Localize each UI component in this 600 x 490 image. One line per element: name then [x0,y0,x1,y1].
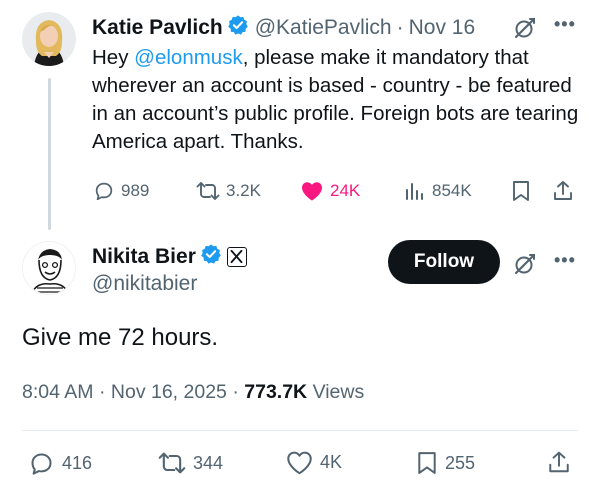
bookmark-button[interactable]: 255 [416,450,475,476]
tweet-full-date[interactable]: Nov 16, 2025 [111,381,227,403]
grok-icon[interactable] [513,16,537,45]
meta-separator: · [98,381,106,403]
author-handle[interactable]: @KatiePavlich [255,16,392,40]
like-count: 24K [330,181,361,200]
x-logo-icon [226,246,247,267]
repost-count: 344 [193,452,224,473]
views-button[interactable]: 854K [404,180,472,202]
avatar-katie[interactable] [22,12,76,66]
bookmark-icon [418,452,436,474]
reply-icon [31,453,52,475]
mention-link[interactable]: @elonmusk [134,46,243,69]
reply-author-handle[interactable]: @nikitabier [92,272,197,296]
thread-line [48,78,51,230]
reply-count: 416 [62,453,93,473]
reply-button[interactable]: 989 [93,180,149,202]
reply-button[interactable]: 416 [28,450,92,477]
like-button[interactable]: 4K [286,450,342,475]
repost-icon [158,452,186,474]
share-button[interactable] [552,180,580,202]
repost-button[interactable]: 3.2K [196,180,261,202]
verified-badge-icon [200,243,222,270]
original-tweet-header: Katie Pavlich @KatiePavlich · Nov 16 [92,14,475,41]
text-start: Hey [92,46,135,69]
like-count: 4K [320,452,343,472]
heart-icon [302,182,322,201]
bookmark-icon [513,181,529,201]
avatar-nikita[interactable] [22,241,76,295]
reply-handle-row: @nikitabier [92,272,197,296]
views-count: 773.7K [244,381,308,403]
more-icon[interactable]: ••• [554,250,576,271]
share-icon [554,181,572,200]
bookmark-button[interactable] [511,180,537,202]
verified-badge-icon [227,14,249,41]
reply-icon [95,182,113,201]
grok-icon[interactable] [513,252,537,281]
views-icon [406,183,423,200]
reply-tweet-text: Give me 72 hours. [22,324,219,351]
meta-separator: · [232,381,239,403]
views-label: Views [312,381,365,403]
author-name[interactable]: Katie Pavlich [92,16,223,40]
divider [22,430,578,431]
share-icon [549,451,569,473]
heart-icon [287,451,312,475]
tweet-date[interactable]: Nov 16 [409,16,476,40]
tweet-text: Hey @elonmusk, please make it mandatory … [92,44,587,156]
reply-author-name[interactable]: Nikita Bier [92,245,196,269]
tweet-meta: 8:04 AM · Nov 16, 2025 · 773.7K Views [22,381,364,404]
separator: · [396,15,404,39]
repost-icon [196,182,220,200]
follow-button[interactable]: Follow [388,240,500,284]
share-button[interactable] [547,450,578,475]
tweet-time[interactable]: 8:04 AM [22,381,94,403]
repost-count: 3.2K [226,181,261,200]
views-count: 854K [432,181,472,200]
reply-tweet-header: Nikita Bier [92,243,247,270]
bookmark-count: 255 [445,452,476,473]
more-icon[interactable]: ••• [554,14,576,35]
repost-button[interactable]: 344 [158,450,223,476]
reply-count: 989 [121,181,150,200]
like-button[interactable]: 24K [300,180,360,202]
